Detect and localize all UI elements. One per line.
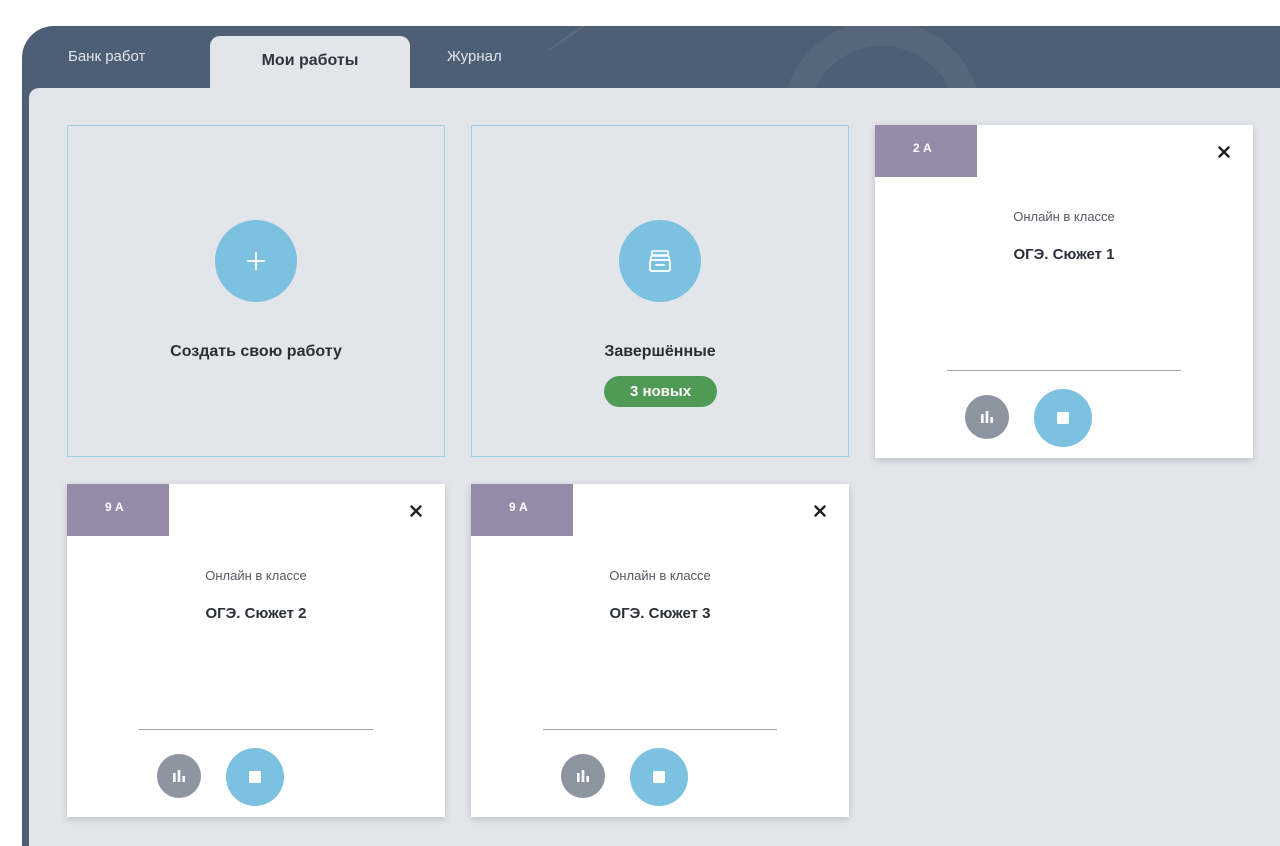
tab-journal[interactable]: Журнал (447, 48, 502, 65)
tab-my-works[interactable]: Мои работы (210, 36, 410, 88)
stop-icon (1057, 412, 1069, 424)
archive-box-icon (649, 250, 671, 272)
work-mode-label: Онлайн в классе (609, 568, 711, 583)
tab-bank[interactable]: Банк работ (68, 48, 145, 65)
bar-chart-icon (577, 770, 589, 782)
card-divider (543, 729, 777, 730)
completed-works-tile[interactable]: Завершённые 3 новых (471, 125, 849, 457)
stats-button[interactable] (965, 395, 1009, 439)
class-tag: 9 А (471, 484, 573, 536)
close-icon (410, 505, 422, 517)
bar-chart-icon (981, 411, 993, 423)
completed-works-label: Завершённые (604, 343, 716, 360)
card-divider (139, 729, 373, 730)
close-icon (814, 505, 826, 517)
card-divider (947, 370, 1181, 371)
stop-button[interactable] (630, 748, 688, 806)
close-card-button[interactable] (405, 500, 427, 522)
create-work-tile[interactable]: Создать свою работу (67, 125, 445, 457)
class-tag: 9 А (67, 484, 169, 536)
class-tag: 2 А (875, 125, 977, 177)
work-card: 9 А Онлайн в классе ОГЭ. Сюжет 3 (471, 484, 849, 817)
works-panel: Создать свою работу Завершённые 3 новых … (29, 88, 1280, 846)
create-circle-button[interactable] (215, 220, 297, 302)
close-card-button[interactable] (809, 500, 831, 522)
stop-button[interactable] (1034, 389, 1092, 447)
work-mode-label: Онлайн в классе (205, 568, 307, 583)
plus-icon (247, 252, 265, 270)
app-frame: Банк работ Мои работы Журнал Создать сво… (22, 26, 1280, 846)
work-mode-label: Онлайн в классе (1013, 209, 1115, 224)
work-card: 9 А Онлайн в классе ОГЭ. Сюжет 2 (67, 484, 445, 817)
stats-button[interactable] (157, 754, 201, 798)
work-title: ОГЭ. Сюжет 2 (205, 605, 307, 622)
work-title: ОГЭ. Сюжет 3 (609, 605, 711, 622)
decorative-line (548, 26, 616, 51)
stats-button[interactable] (561, 754, 605, 798)
create-work-label: Создать свою работу (170, 343, 342, 360)
bar-chart-icon (173, 770, 185, 782)
close-card-button[interactable] (1213, 141, 1235, 163)
completed-circle-button[interactable] (619, 220, 701, 302)
stop-icon (653, 771, 665, 783)
new-count-badge: 3 новых (604, 376, 717, 407)
work-card: 2 А Онлайн в классе ОГЭ. Сюжет 1 (875, 125, 1253, 458)
close-icon (1218, 146, 1230, 158)
stop-icon (249, 771, 261, 783)
stop-button[interactable] (226, 748, 284, 806)
work-title: ОГЭ. Сюжет 1 (1013, 246, 1115, 263)
